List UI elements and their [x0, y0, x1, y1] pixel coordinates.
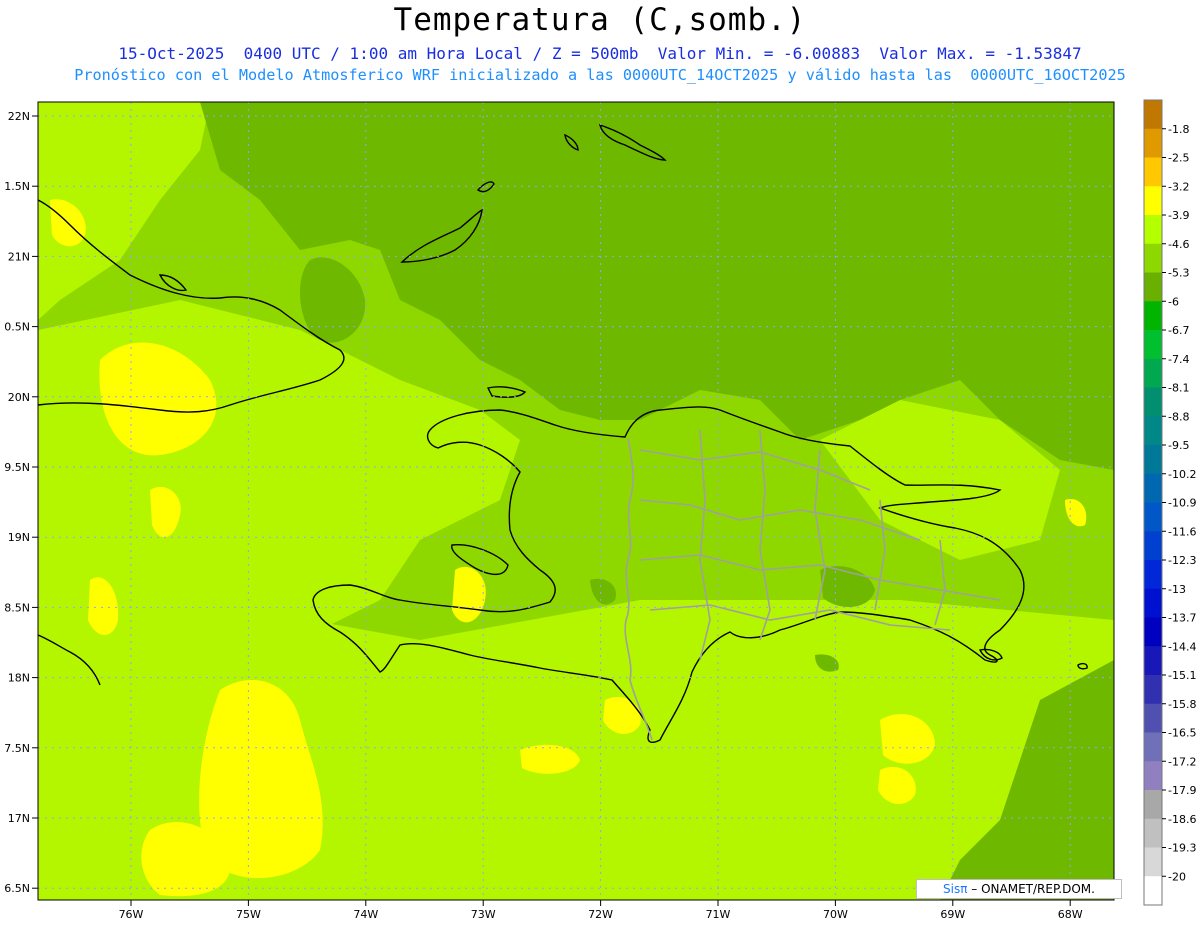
lat-label: 0.5N [4, 321, 30, 334]
lon-label: 76W [119, 908, 144, 921]
colorbar-label: -13.7 [1168, 612, 1196, 625]
colorbar-swatch [1144, 732, 1162, 762]
colorbar: -1.8 -2.5 -3.2 -3.9 -4.6 -5.3 -6 -6.7 -7.4 -8.1 -8… [1143, 99, 1196, 906]
lat-label: 9.5N [4, 461, 30, 474]
lon-label: 69W [940, 908, 965, 921]
colorbar-label: -8.8 [1168, 410, 1189, 423]
lat-label: 8.5N [4, 601, 30, 614]
colorbar-label: -3.9 [1168, 209, 1189, 222]
colorbar-swatch [1144, 301, 1162, 331]
colorbar-label: -12.3 [1168, 554, 1196, 567]
colorbar-label: -6.7 [1168, 324, 1189, 337]
credit-brand: Sisπ [943, 882, 968, 896]
colorbar-label: -15.1 [1168, 669, 1196, 682]
colorbar-swatch [1144, 215, 1162, 245]
colorbar-swatch [1144, 502, 1162, 532]
credit-box: Sisπ – ONAMET/REP.DOM. [916, 879, 1122, 899]
colorbar-swatch [1144, 560, 1162, 590]
colorbar-label: -10.9 [1168, 497, 1196, 510]
colorbar-swatch [1144, 675, 1162, 705]
colorbar-swatch [1144, 588, 1162, 618]
colorbar-label: -10.2 [1168, 468, 1196, 481]
colorbar-swatch [1144, 445, 1162, 475]
colorbar-swatch [1144, 416, 1162, 446]
colorbar-label: -7.4 [1168, 353, 1189, 366]
colorbar-label: -4.6 [1168, 238, 1189, 251]
colorbar-swatch [1144, 387, 1162, 417]
colorbar-label: -19.3 [1168, 842, 1196, 855]
colorbar-label: -13 [1168, 583, 1186, 596]
colorbar-label: -8.1 [1168, 382, 1189, 395]
colorbar-swatch [1144, 186, 1162, 216]
colorbar-label: -20 [1168, 870, 1186, 883]
colorbar-label: -2.5 [1168, 152, 1189, 165]
lon-label: 70W [823, 908, 848, 921]
temperature-map: 22N 1.5N 21N 0.5N 20N 9.5N 19N 8.5N 18N 7.5N 17N 6.… [4, 99, 1196, 921]
colorbar-label: -16.5 [1168, 727, 1196, 740]
colorbar-swatch [1144, 847, 1162, 877]
colorbar-swatch [1144, 703, 1162, 733]
colorbar-swatch [1144, 358, 1162, 388]
colorbar-swatch [1144, 243, 1162, 273]
colorbar-swatch [1144, 761, 1162, 791]
lon-label: 72W [588, 908, 613, 921]
lon-label: 71W [706, 908, 731, 921]
colorbar-label: -17.9 [1168, 784, 1196, 797]
colorbar-swatch [1144, 128, 1162, 158]
lat-label: 7.5N [4, 742, 30, 755]
colorbar-label: -11.6 [1168, 525, 1196, 538]
lon-label: 74W [353, 908, 378, 921]
colorbar-swatch [1144, 473, 1162, 503]
lat-label: 22N [8, 110, 30, 123]
colorbar-label: -14.4 [1168, 640, 1196, 653]
lat-label: 18N [8, 672, 30, 685]
colorbar-label: -5.3 [1168, 267, 1189, 280]
colorbar-swatch [1144, 646, 1162, 676]
colorbar-swatch [1144, 876, 1162, 906]
colorbar-label: -15.8 [1168, 698, 1196, 711]
colorbar-swatch [1144, 617, 1162, 647]
colorbar-label: -18.6 [1168, 813, 1196, 826]
colorbar-swatch [1144, 531, 1162, 561]
colorbar-label: -1.8 [1168, 123, 1189, 136]
lon-label: 68W [1058, 908, 1083, 921]
colorbar-swatch [1144, 157, 1162, 187]
lat-label: 1.5N [4, 180, 30, 193]
colorbar-label: -17.2 [1168, 755, 1196, 768]
colorbar-swatch [1144, 100, 1162, 130]
lon-label: 75W [236, 908, 261, 921]
lat-label: 17N [8, 812, 30, 825]
colorbar-swatch [1144, 272, 1162, 302]
colorbar-label: -9.5 [1168, 439, 1189, 452]
colorbar-swatch [1144, 790, 1162, 820]
longitude-axis: 76W 75W 74W 73W 72W 71W 70W 69W 68W [119, 900, 1083, 921]
colorbar-label: -3.2 [1168, 180, 1189, 193]
lon-label: 73W [471, 908, 496, 921]
lat-label: 19N [8, 531, 30, 544]
colorbar-swatch [1144, 330, 1162, 360]
lat-label: 21N [8, 250, 30, 263]
colorbar-swatch [1144, 818, 1162, 848]
lat-label: 20N [8, 391, 30, 404]
lat-label: 6.5N [4, 882, 30, 895]
credit-text: – ONAMET/REP.DOM. [967, 882, 1095, 896]
latitude-axis: 22N 1.5N 21N 0.5N 20N 9.5N 19N 8.5N 18N 7.5N 17N 6.… [4, 110, 38, 895]
colorbar-label: -6 [1168, 295, 1179, 308]
